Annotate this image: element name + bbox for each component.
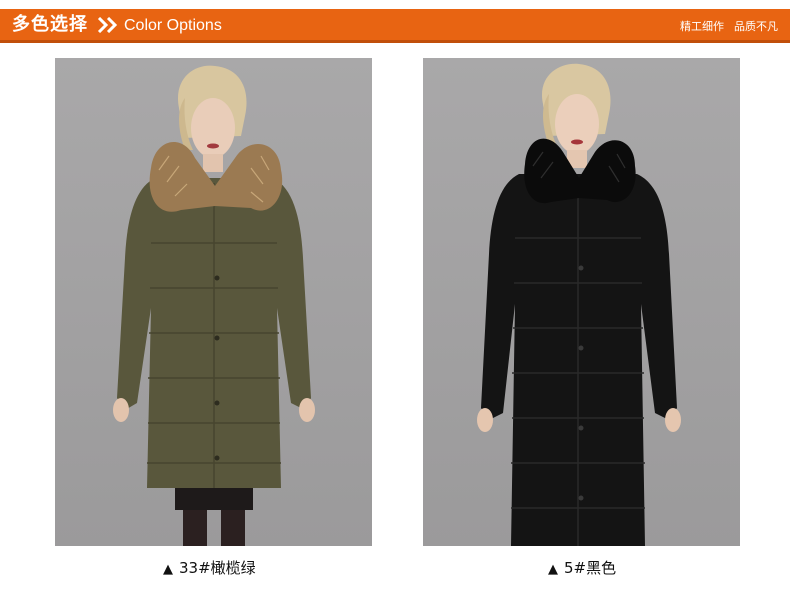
coat-body [481, 174, 677, 546]
slogan-quality: 品质不凡 [734, 20, 778, 33]
color-label-black: ▲ 5#黑色 [548, 556, 616, 580]
model-face [555, 94, 599, 154]
model-face [191, 98, 235, 158]
color-label-text: 33#橄榄绿 [179, 559, 256, 577]
slogan-craftsmanship: 精工细作 [680, 20, 724, 33]
color-label-text: 5#黑色 [564, 559, 617, 577]
color-options-header: 多色选择 Color Options 精工细作 品质不凡 [0, 9, 790, 43]
product-photo-olive-coat [55, 58, 372, 546]
section-title-cn: 多色选择 [12, 14, 88, 35]
color-label-olive: ▲ 33#橄榄绿 [163, 556, 256, 580]
double-chevron-right-icon [97, 17, 118, 33]
triangle-up-icon: ▲ [163, 562, 173, 577]
section-title-en: Color Options [124, 17, 222, 34]
header-slogan: 精工细作 品质不凡 [680, 20, 778, 34]
product-photo-black-coat [423, 58, 740, 546]
triangle-up-icon: ▲ [548, 562, 558, 577]
